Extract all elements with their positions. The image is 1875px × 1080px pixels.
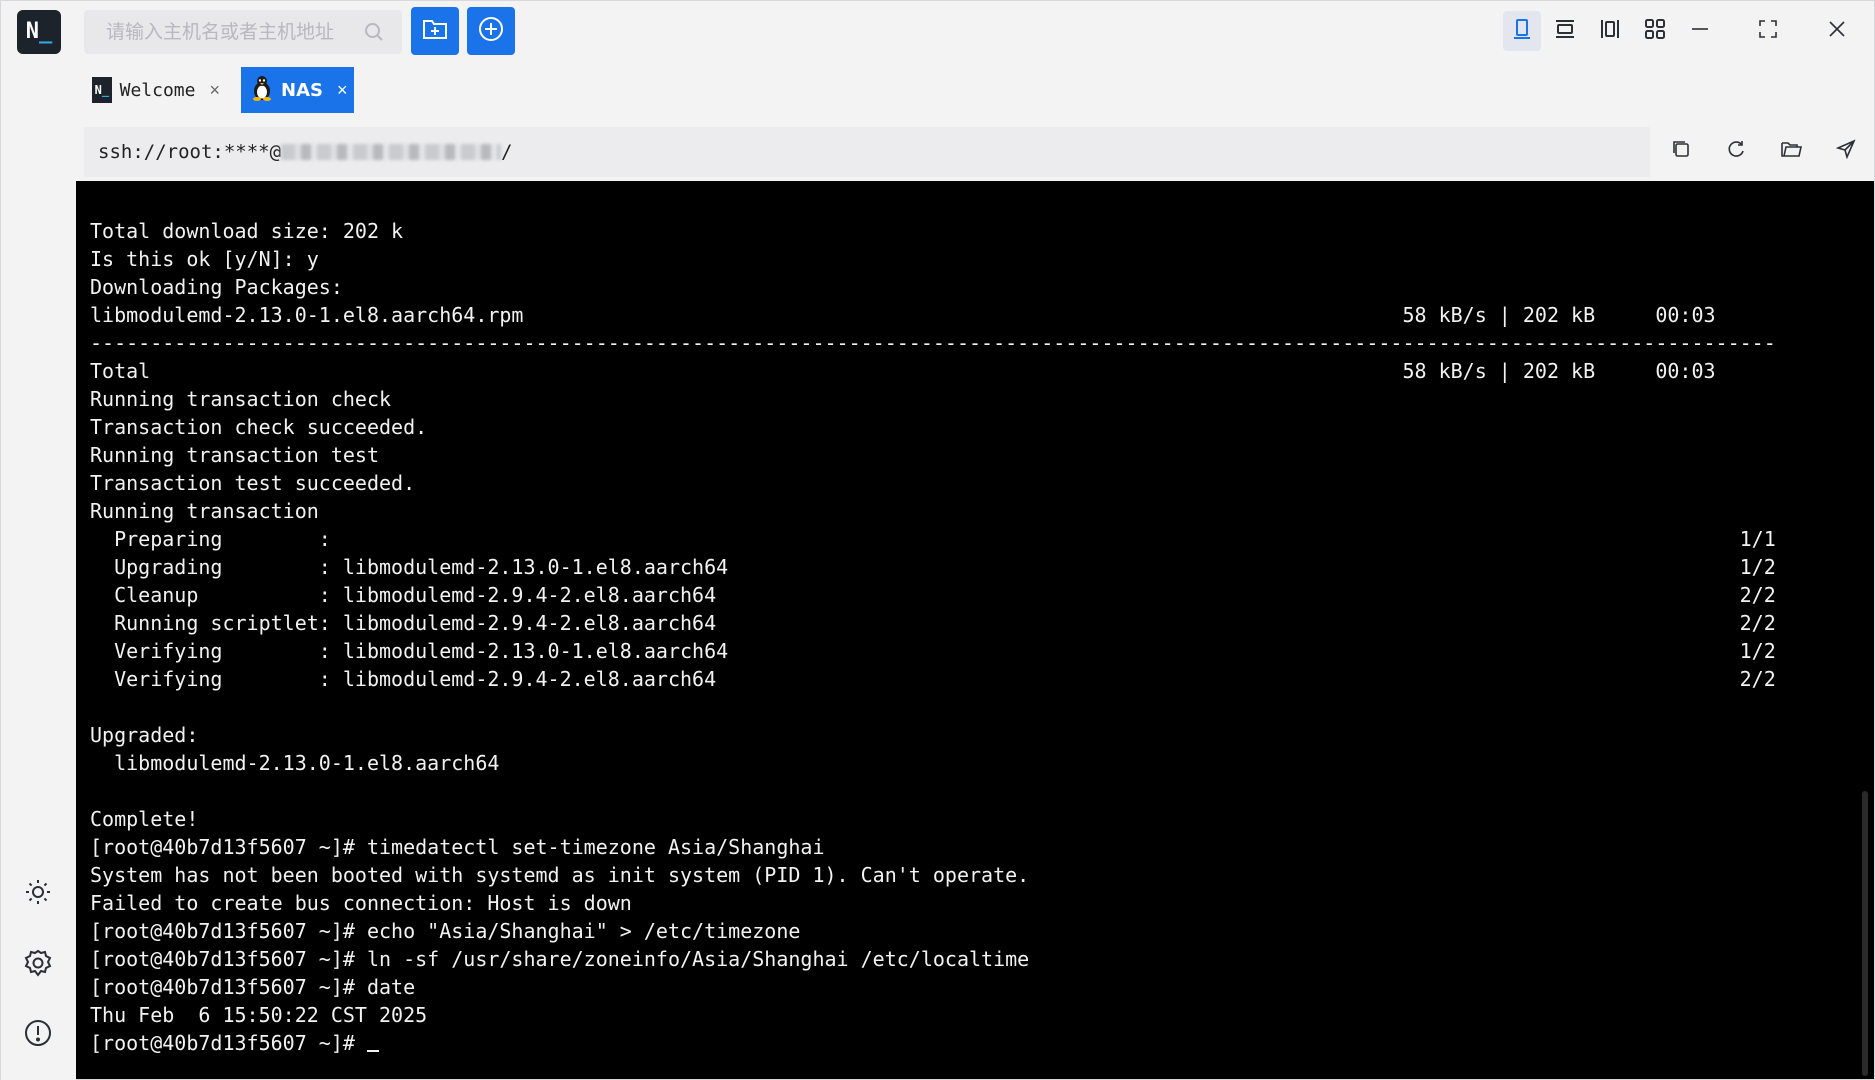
tab-nas[interactable]: NAS ×: [241, 67, 354, 113]
minimize-icon: [1690, 19, 1710, 44]
terminal-line: Complete!: [90, 807, 199, 831]
linux-icon: [251, 75, 273, 106]
tab-label: NAS: [281, 79, 323, 101]
terminal-line: Cleanup : libmodulemd-2.9.4-2.el8.aarch6…: [114, 583, 1776, 607]
search-icon[interactable]: [364, 22, 384, 47]
layout-grid-icon: [1644, 18, 1666, 45]
terminal-line: Running transaction check: [90, 387, 392, 411]
terminal-line: Running transaction: [90, 499, 319, 523]
terminal-line: Total download size: 202 k: [90, 219, 404, 243]
terminal-line: Running transaction test: [90, 443, 379, 467]
terminal-output[interactable]: Total download size: 202 k Is this ok [y…: [76, 181, 1874, 1079]
info-icon: [24, 1019, 52, 1052]
terminal-line: Upgraded:: [90, 723, 199, 747]
connection-prefix: ssh://root:****@: [98, 141, 282, 163]
terminal-line: [root@40b7d13f5607 ~]# ln -sf /usr/share…: [90, 947, 1030, 971]
terminal-line: Transaction check succeeded.: [90, 415, 428, 439]
terminal-line: libmodulemd-2.13.0-1.el8.aarch64: [114, 751, 500, 775]
redacted-host: [281, 144, 502, 160]
terminal-line: Thu Feb 6 15:50:22 CST 2025: [90, 1003, 428, 1027]
terminal-line: Running scriptlet: libmodulemd-2.9.4-2.e…: [114, 611, 1776, 635]
connection-address-bar[interactable]: ssh://root:****@ /: [84, 127, 1650, 177]
search-input[interactable]: [106, 21, 356, 43]
info-button[interactable]: [21, 1018, 55, 1052]
new-folder-icon: [422, 17, 448, 46]
terminal-lines: Total download size: 202 k Is this ok [y…: [90, 219, 1776, 1027]
layout-single-icon: [1512, 18, 1532, 45]
tab-close-icon[interactable]: ×: [337, 80, 348, 101]
tab-welcome[interactable]: N_ Welcome ×: [82, 67, 230, 113]
connection-suffix: /: [501, 141, 513, 163]
app-logo: N_: [17, 10, 61, 54]
settings-button[interactable]: [21, 948, 55, 982]
terminal-cursor: [366, 1032, 379, 1052]
terminal-line: Downloading Packages:: [90, 275, 343, 299]
layout-columns-icon: [1599, 18, 1621, 45]
layout-columns-button[interactable]: [1591, 11, 1629, 51]
refresh-button[interactable]: [1714, 129, 1758, 173]
terminal-line: Verifying : libmodulemd-2.13.0-1.el8.aar…: [114, 639, 1776, 663]
app-window: N_ 请输入主机名或者主机地址 N_ Welcome × NAS × ssh:/…: [0, 0, 1875, 1080]
add-icon: [478, 16, 504, 47]
close-icon: [1828, 20, 1846, 43]
terminal-line: Upgrading : libmodulemd-2.13.0-1.el8.aar…: [114, 555, 1776, 579]
terminal-scroll-thumb[interactable]: [1862, 791, 1868, 1076]
send-icon: [1835, 138, 1856, 164]
copy-button[interactable]: [1659, 129, 1703, 173]
maximize-button[interactable]: [1749, 11, 1787, 51]
terminal-line: Verifying : libmodulemd-2.9.4-2.el8.aarc…: [114, 667, 1776, 691]
theme-toggle-button[interactable]: [21, 877, 55, 911]
send-button[interactable]: [1824, 129, 1868, 173]
terminal-line: Transaction test succeeded.: [90, 471, 416, 495]
maximize-icon: [1758, 19, 1778, 44]
copy-icon: [1671, 139, 1691, 164]
terminal-line: Total 58 kB/s | 202 kB 00:03: [90, 359, 1716, 383]
terminal-line: ----------------------------------------…: [90, 331, 1776, 355]
host-search[interactable]: [84, 10, 402, 54]
terminal-line: Preparing : 1/1: [114, 527, 1776, 551]
settings-icon: [24, 949, 52, 982]
terminal-line: [root@40b7d13f5607 ~]# timedatectl set-t…: [90, 835, 825, 859]
app-logo-icon: N_: [92, 77, 112, 103]
folder-icon: [1780, 139, 1802, 164]
terminal-line: [root@40b7d13f5607 ~]# date: [90, 975, 416, 999]
refresh-icon: [1726, 139, 1746, 164]
tab-close-icon[interactable]: ×: [209, 80, 220, 101]
left-rail: N_: [1, 1, 76, 1080]
terminal-line: Is this ok [y/N]: y: [90, 247, 319, 271]
add-host-button[interactable]: [467, 7, 515, 55]
minimize-button[interactable]: [1681, 11, 1719, 51]
close-window-button[interactable]: [1818, 11, 1856, 51]
terminal-line: [root@40b7d13f5607 ~]# echo "Asia/Shangh…: [90, 919, 801, 943]
new-folder-button[interactable]: [411, 7, 459, 55]
tab-bar: N_ Welcome × NAS ×: [76, 65, 1874, 115]
terminal-text: Total download size: 202 k Is this ok [y…: [90, 217, 1776, 1057]
terminal-line: System has not been booted with systemd …: [90, 863, 1030, 887]
tab-label: Welcome: [119, 79, 196, 101]
layout-rows-button[interactable]: [1546, 11, 1584, 51]
layout-rows-icon: [1554, 18, 1576, 45]
theme-icon: [25, 879, 51, 910]
layout-single-button[interactable]: [1503, 11, 1541, 51]
terminal-line: Failed to create bus connection: Host is…: [90, 891, 632, 915]
terminal-prompt: [root@40b7d13f5607 ~]#: [90, 1031, 367, 1055]
terminal-line: libmodulemd-2.13.0-1.el8.aarch64.rpm 58 …: [90, 303, 1716, 327]
sftp-folder-button[interactable]: [1769, 129, 1813, 173]
layout-grid-button[interactable]: [1636, 11, 1674, 51]
